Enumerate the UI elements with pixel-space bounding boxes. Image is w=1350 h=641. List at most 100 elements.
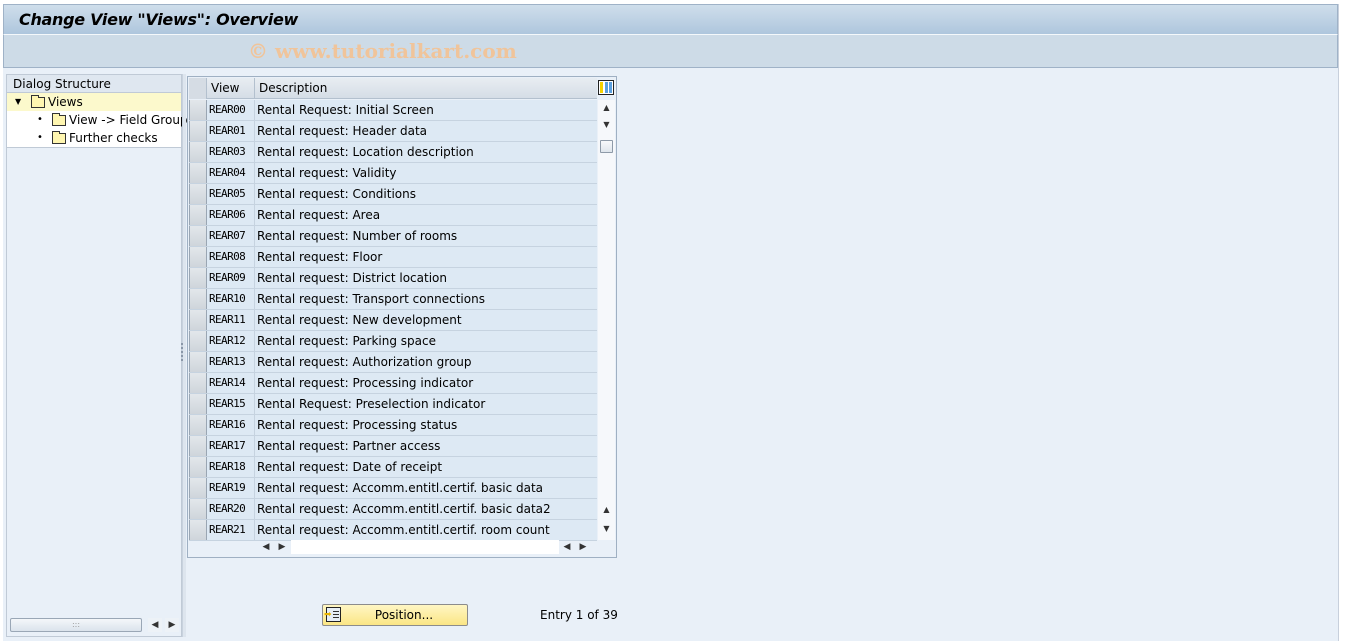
column-header-view[interactable]: View — [207, 78, 255, 99]
cell-view[interactable]: REAR18 — [207, 457, 255, 477]
cell-description[interactable]: Rental request: Validity — [255, 163, 597, 183]
row-select-button[interactable] — [189, 121, 207, 141]
cell-view[interactable]: REAR09 — [207, 268, 255, 288]
cell-view[interactable]: REAR20 — [207, 499, 255, 519]
scroll-down-icon[interactable]: ▼ — [599, 117, 614, 133]
table-row[interactable]: REAR13 Rental request: Authorization gro… — [189, 352, 597, 373]
cell-description[interactable]: Rental request: Floor — [255, 247, 597, 267]
position-button[interactable]: Position... — [322, 604, 468, 626]
scroll-right-icon[interactable]: ▶ — [576, 539, 590, 555]
cell-description[interactable]: Rental Request: Initial Screen — [255, 100, 597, 120]
horizontal-scrollbar-thumb[interactable]: ::: — [10, 618, 142, 632]
cell-description[interactable]: Rental request: Processing status — [255, 415, 597, 435]
table-row[interactable]: REAR10 Rental request: Transport connect… — [189, 289, 597, 310]
row-select-button[interactable] — [189, 499, 207, 519]
scroll-left-icon[interactable]: ◀ — [259, 539, 273, 555]
scroll-page-up-icon[interactable]: ▲ — [599, 502, 614, 518]
table-row[interactable]: REAR19 Rental request: Accomm.entitl.cer… — [189, 478, 597, 499]
cell-description[interactable]: Rental request: Area — [255, 205, 597, 225]
row-select-button[interactable] — [189, 289, 207, 309]
cell-description[interactable]: Rental request: Date of receipt — [255, 457, 597, 477]
scroll-up-icon[interactable]: ▲ — [599, 100, 614, 116]
cell-view[interactable]: REAR13 — [207, 352, 255, 372]
table-row[interactable]: REAR08 Rental request: Floor — [189, 247, 597, 268]
table-row[interactable]: REAR00 Rental Request: Initial Screen — [189, 100, 597, 121]
row-select-button[interactable] — [189, 373, 207, 393]
table-row[interactable]: REAR05 Rental request: Conditions — [189, 184, 597, 205]
scrollbar-track[interactable] — [291, 540, 559, 554]
cell-view[interactable]: REAR12 — [207, 331, 255, 351]
cell-description[interactable]: Rental request: Accomm.entitl.certif. ro… — [255, 520, 597, 540]
scroll-right-icon[interactable]: ▶ — [275, 539, 289, 555]
table-row[interactable]: REAR09 Rental request: District location — [189, 268, 597, 289]
cell-description[interactable]: Rental request: Transport connections — [255, 289, 597, 309]
cell-view[interactable]: REAR14 — [207, 373, 255, 393]
table-row[interactable]: REAR07 Rental request: Number of rooms — [189, 226, 597, 247]
tree-item-further-checks[interactable]: • Further checks — [7, 129, 181, 147]
scroll-left-icon[interactable]: ◀ — [148, 618, 162, 632]
table-row[interactable]: REAR12 Rental request: Parking space — [189, 331, 597, 352]
table-row[interactable]: REAR04 Rental request: Validity — [189, 163, 597, 184]
cell-view[interactable]: REAR10 — [207, 289, 255, 309]
cell-description[interactable]: Rental request: Authorization group — [255, 352, 597, 372]
row-select-button[interactable] — [189, 520, 207, 540]
vertical-scrollbar[interactable]: ▲ ▼ ▲ ▼ — [598, 100, 615, 540]
cell-view[interactable]: REAR21 — [207, 520, 255, 540]
table-row[interactable]: REAR15 Rental Request: Preselection indi… — [189, 394, 597, 415]
table-row[interactable]: REAR03 Rental request: Location descript… — [189, 142, 597, 163]
cell-description[interactable]: Rental request: Header data — [255, 121, 597, 141]
row-select-button[interactable] — [189, 226, 207, 246]
row-select-button[interactable] — [189, 478, 207, 498]
column-header-description[interactable]: Description — [255, 78, 597, 99]
row-select-button[interactable] — [189, 142, 207, 162]
row-select-button[interactable] — [189, 352, 207, 372]
scroll-page-down-icon[interactable]: ▼ — [599, 521, 614, 537]
cell-view[interactable]: REAR16 — [207, 415, 255, 435]
select-all-button[interactable] — [189, 78, 207, 99]
row-select-button[interactable] — [189, 331, 207, 351]
cell-description[interactable]: Rental request: Accomm.entitl.certif. ba… — [255, 478, 597, 498]
cell-description[interactable]: Rental request: Accomm.entitl.certif. ba… — [255, 499, 597, 519]
row-select-button[interactable] — [189, 247, 207, 267]
table-row[interactable]: REAR18 Rental request: Date of receipt — [189, 457, 597, 478]
horizontal-scrollbar[interactable]: ◀ ▶ ◀ ▶ — [254, 539, 597, 555]
cell-view[interactable]: REAR08 — [207, 247, 255, 267]
scroll-left-icon[interactable]: ◀ — [560, 539, 574, 555]
cell-view[interactable]: REAR07 — [207, 226, 255, 246]
cell-description[interactable]: Rental request: Number of rooms — [255, 226, 597, 246]
table-row[interactable]: REAR21 Rental request: Accomm.entitl.cer… — [189, 520, 597, 541]
expand-triangle-icon[interactable]: ▼ — [15, 93, 21, 111]
table-row[interactable]: REAR17 Rental request: Partner access — [189, 436, 597, 457]
cell-description[interactable]: Rental request: District location — [255, 268, 597, 288]
table-row[interactable]: REAR11 Rental request: New development — [189, 310, 597, 331]
table-row[interactable]: REAR20 Rental request: Accomm.entitl.cer… — [189, 499, 597, 520]
cell-description[interactable]: Rental request: New development — [255, 310, 597, 330]
table-row[interactable]: REAR16 Rental request: Processing status — [189, 415, 597, 436]
scrollbar-thumb[interactable] — [600, 140, 613, 153]
table-row[interactable]: REAR01 Rental request: Header data — [189, 121, 597, 142]
cell-view[interactable]: REAR05 — [207, 184, 255, 204]
row-select-button[interactable] — [189, 268, 207, 288]
cell-view[interactable]: REAR03 — [207, 142, 255, 162]
row-select-button[interactable] — [189, 394, 207, 414]
table-row[interactable]: REAR14 Rental request: Processing indica… — [189, 373, 597, 394]
cell-view[interactable]: REAR06 — [207, 205, 255, 225]
tree-item-view-field-groups[interactable]: • View -> Field Groups — [7, 111, 194, 129]
cell-view[interactable]: REAR17 — [207, 436, 255, 456]
cell-description[interactable]: Rental Request: Preselection indicator — [255, 394, 597, 414]
cell-view[interactable]: REAR04 — [207, 163, 255, 183]
cell-view[interactable]: REAR11 — [207, 310, 255, 330]
cell-description[interactable]: Rental request: Partner access — [255, 436, 597, 456]
cell-view[interactable]: REAR00 — [207, 100, 255, 120]
row-select-button[interactable] — [189, 184, 207, 204]
row-select-button[interactable] — [189, 457, 207, 477]
tree-item-views[interactable]: ▼ Views — [7, 93, 181, 111]
table-settings-icon[interactable] — [598, 80, 614, 95]
row-select-button[interactable] — [189, 205, 207, 225]
cell-view[interactable]: REAR15 — [207, 394, 255, 414]
cell-view[interactable]: REAR19 — [207, 478, 255, 498]
scroll-right-icon[interactable]: ▶ — [165, 618, 179, 632]
table-row[interactable]: REAR06 Rental request: Area — [189, 205, 597, 226]
row-select-button[interactable] — [189, 436, 207, 456]
row-select-button[interactable] — [189, 163, 207, 183]
